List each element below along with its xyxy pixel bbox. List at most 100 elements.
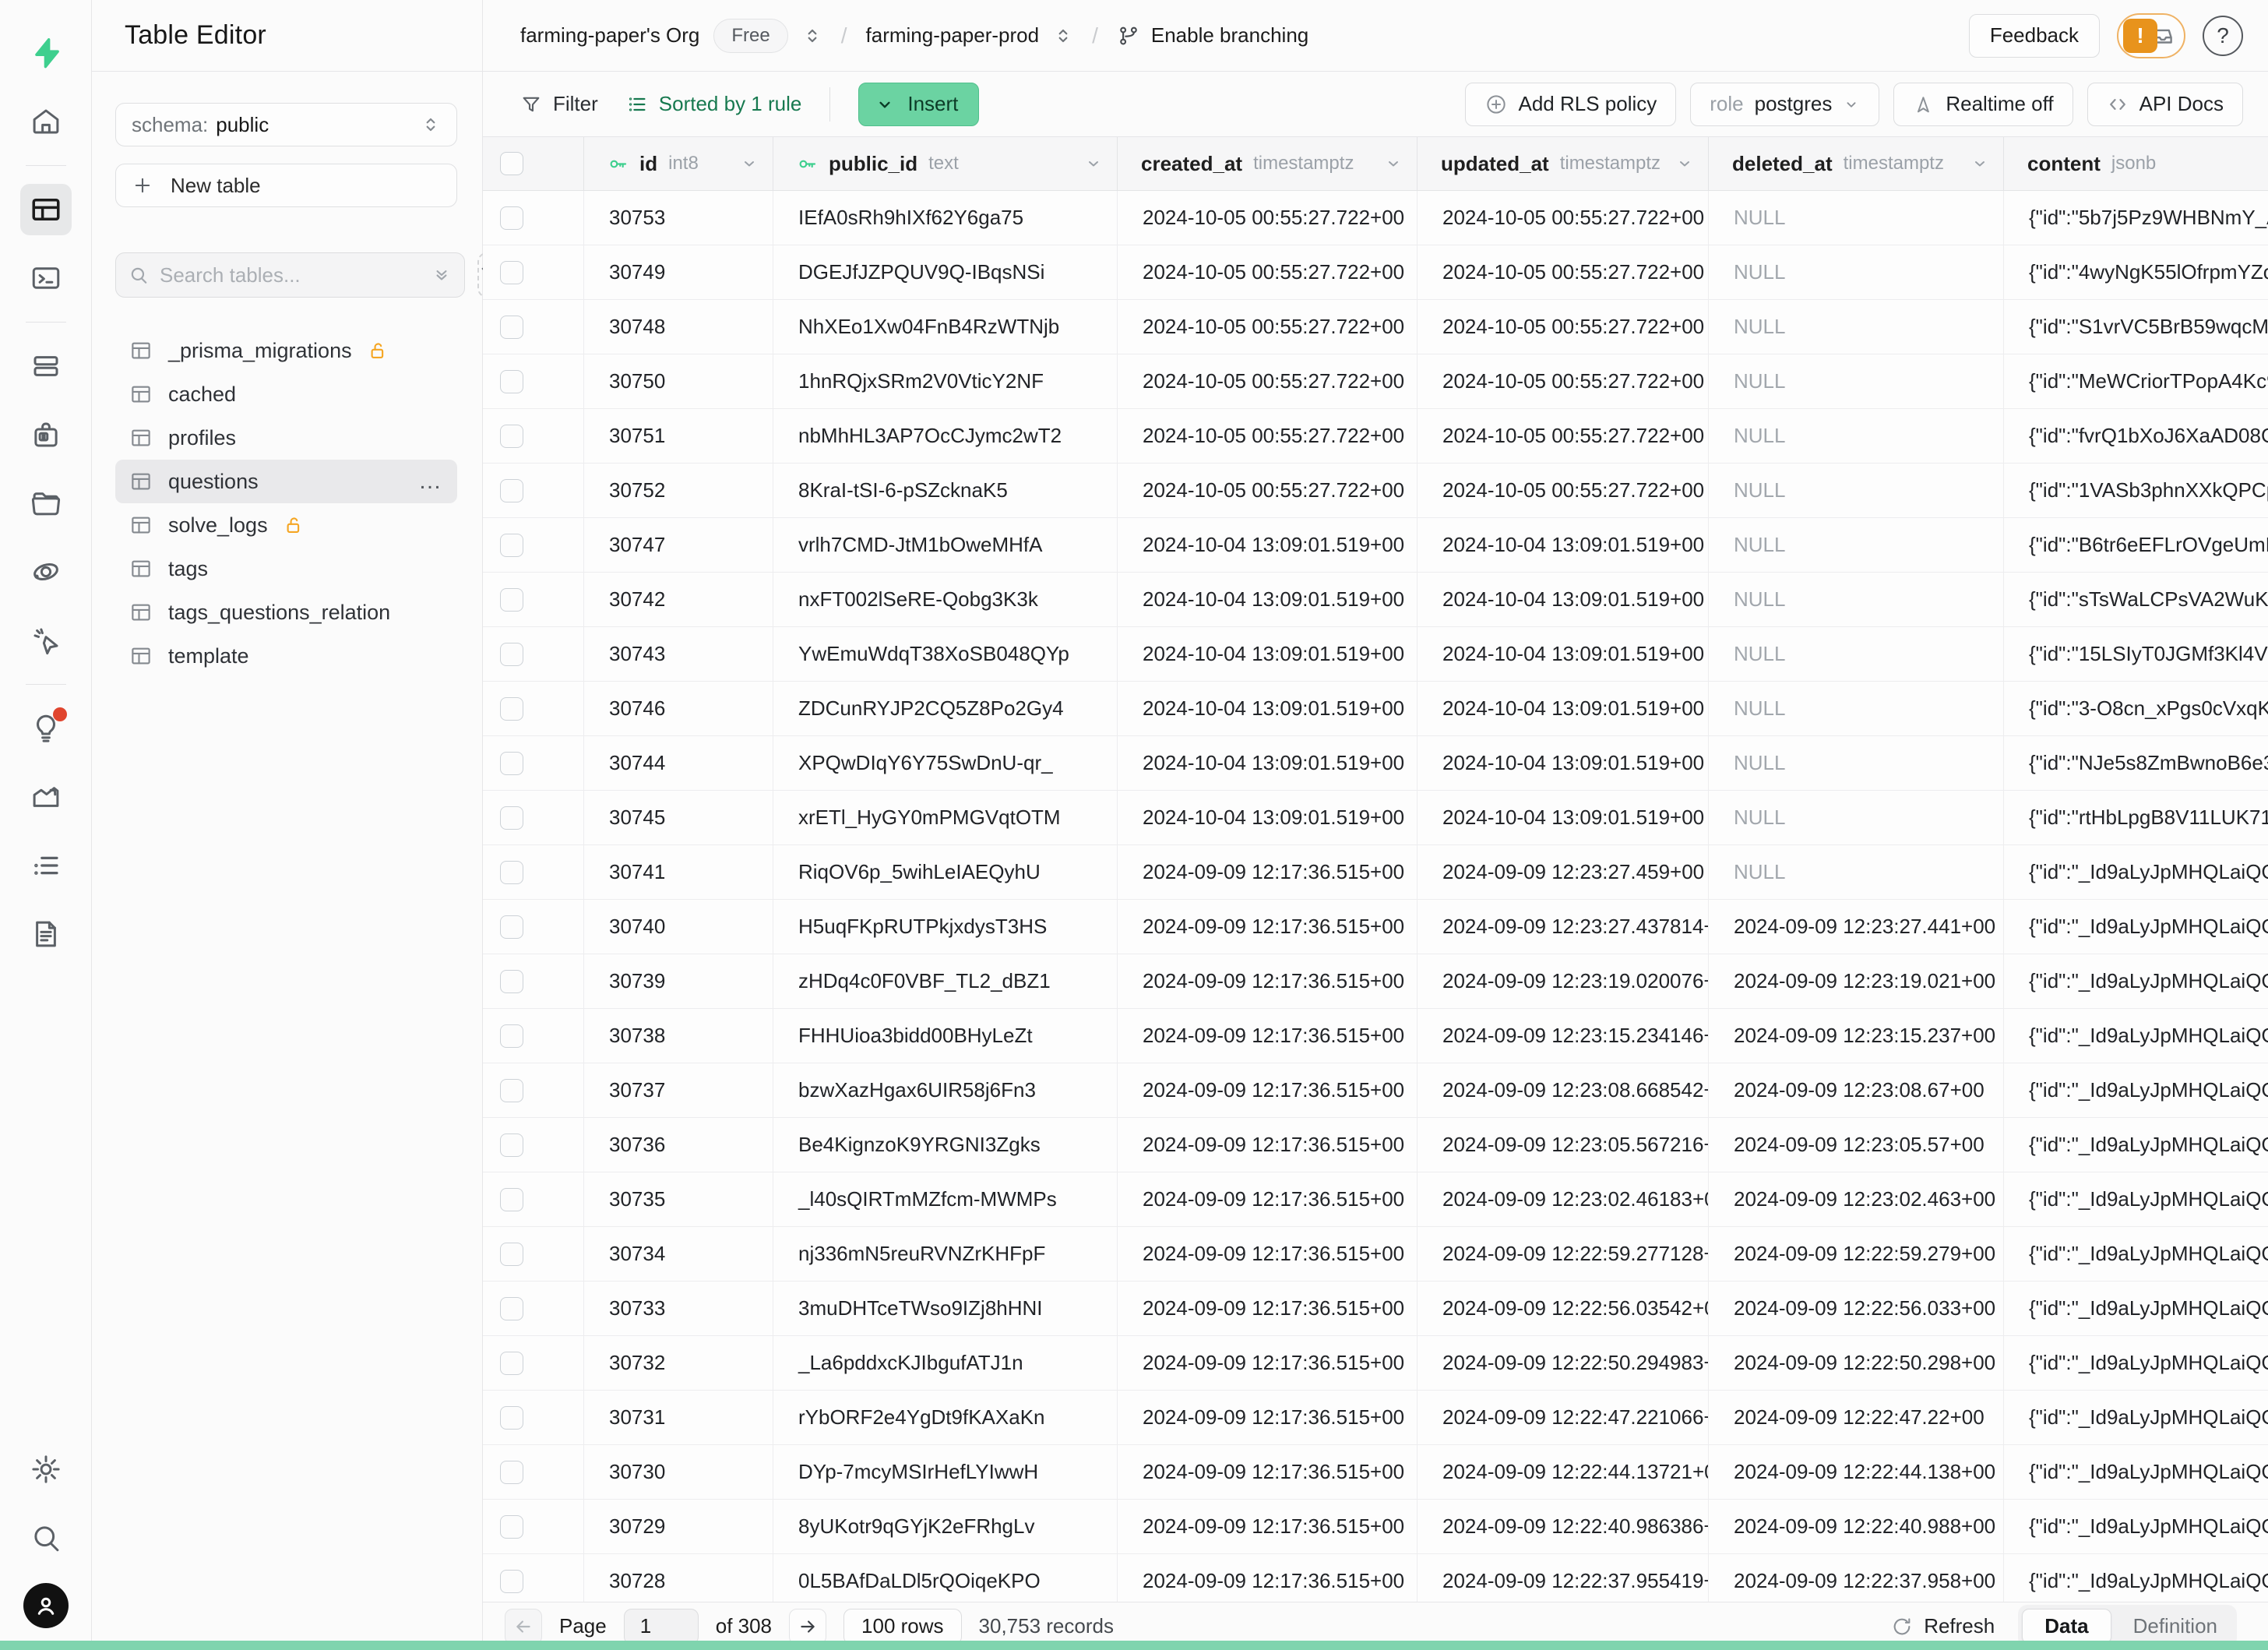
cell-updated_at[interactable]: 2024-09-09 12:23:02.46183+00 xyxy=(1418,1172,1709,1226)
cell-created_at[interactable]: 2024-09-09 12:17:36.515+00 xyxy=(1118,1282,1418,1335)
table-row[interactable]: 30745xrETl_HyGY0mPMGVqtOTM2024-10-04 13:… xyxy=(483,791,2268,845)
cell-public_id[interactable]: nj336mN5reuRVNZrKHFpF xyxy=(773,1227,1118,1281)
table-row[interactable]: 307298yUKotr9qGYjK2eFRhgLv2024-09-09 12:… xyxy=(483,1500,2268,1554)
cell-updated_at[interactable]: 2024-10-05 00:55:27.722+00 xyxy=(1418,245,1709,299)
cell-id[interactable]: 30748 xyxy=(584,300,773,354)
table-row[interactable]: 30734nj336mN5reuRVNZrKHFpF2024-09-09 12:… xyxy=(483,1227,2268,1282)
cell-public_id[interactable]: 1hnRQjxSRm2V0VticY2NF xyxy=(773,354,1118,408)
cell-id[interactable]: 30729 xyxy=(584,1500,773,1553)
row-checkbox[interactable] xyxy=(500,370,523,393)
cell-content[interactable]: {"id":"4wyNgK55lOfrpmYZo xyxy=(2004,245,2268,299)
cell-updated_at[interactable]: 2024-10-04 13:09:01.519+00 xyxy=(1418,791,1709,844)
cell-content[interactable]: {"id":"B6tr6eEFLrOVgeUmH xyxy=(2004,518,2268,572)
cell-updated_at[interactable]: 2024-10-05 00:55:27.722+00 xyxy=(1418,409,1709,463)
cell-public_id[interactable]: 0L5BAfDaLDl5rQOiqeKPO xyxy=(773,1554,1118,1602)
cell-public_id[interactable]: rYbORF2e4YgDt9fKAXaKn xyxy=(773,1391,1118,1444)
sidebar-item-tags_questions_relation[interactable]: tags_questions_relation xyxy=(115,591,457,634)
select-all-checkbox[interactable] xyxy=(500,152,523,175)
column-header-id[interactable]: idint8 xyxy=(584,137,773,190)
cell-public_id[interactable]: vrlh7CMD-JtM1bOweMHfA xyxy=(773,518,1118,572)
cell-updated_at[interactable]: 2024-09-09 12:23:08.668542+00 xyxy=(1418,1063,1709,1117)
cell-created_at[interactable]: 2024-10-04 13:09:01.519+00 xyxy=(1118,736,1418,790)
cell-public_id[interactable]: _La6pddxcKJIbgufATJ1n xyxy=(773,1336,1118,1390)
column-menu-icon[interactable] xyxy=(1970,154,1989,173)
cell-updated_at[interactable]: 2024-09-09 12:22:50.294983+00 xyxy=(1418,1336,1709,1390)
cell-deleted_at[interactable]: 2024-09-09 12:22:50.298+00 xyxy=(1709,1336,2004,1390)
cell-updated_at[interactable]: 2024-09-09 12:22:37.955419+00 xyxy=(1418,1554,1709,1602)
row-checkbox[interactable] xyxy=(500,1079,523,1102)
user-avatar[interactable] xyxy=(23,1583,69,1628)
sidebar-item-tags[interactable]: tags xyxy=(115,547,457,591)
column-menu-icon[interactable] xyxy=(740,154,759,173)
cell-deleted_at[interactable]: NULL xyxy=(1709,573,2004,626)
table-row[interactable]: 30748NhXEo1Xw04FnB4RzWTNjb2024-10-05 00:… xyxy=(483,300,2268,354)
schema-select[interactable]: schema:public xyxy=(115,103,457,146)
database-icon[interactable] xyxy=(20,340,72,392)
table-row[interactable]: 307501hnRQjxSRm2V0VticY2NF2024-10-05 00:… xyxy=(483,354,2268,409)
cell-content[interactable]: {"id":"15LSIyT0JGMf3Kl4Vn xyxy=(2004,627,2268,681)
column-header-public_id[interactable]: public_idtext xyxy=(773,137,1118,190)
cell-content[interactable]: {"id":"_Id9aLyJpMHQLaiQG xyxy=(2004,1172,2268,1226)
row-checkbox[interactable] xyxy=(500,861,523,884)
cell-created_at[interactable]: 2024-09-09 12:17:36.515+00 xyxy=(1118,1009,1418,1063)
cell-id[interactable]: 30732 xyxy=(584,1336,773,1390)
row-checkbox[interactable] xyxy=(500,915,523,939)
cell-updated_at[interactable]: 2024-10-04 13:09:01.519+00 xyxy=(1418,518,1709,572)
cell-deleted_at[interactable]: NULL xyxy=(1709,736,2004,790)
table-row[interactable]: 30741RiqOV6p_5wihLeIAEQyhU2024-09-09 12:… xyxy=(483,845,2268,900)
table-row[interactable]: 30735_l40sQIRTmMZfcm-MWMPs2024-09-09 12:… xyxy=(483,1172,2268,1227)
cell-content[interactable]: {"id":"sTsWaLCPsVA2WuK2 xyxy=(2004,573,2268,626)
cell-public_id[interactable]: 8KraI-tSI-6-pSZcknaK5 xyxy=(773,464,1118,517)
cell-created_at[interactable]: 2024-09-09 12:17:36.515+00 xyxy=(1118,954,1418,1008)
cell-id[interactable]: 30749 xyxy=(584,245,773,299)
cell-created_at[interactable]: 2024-09-09 12:17:36.515+00 xyxy=(1118,1063,1418,1117)
rows-per-page-button[interactable]: 100 rows xyxy=(843,1609,962,1645)
tab-definition[interactable]: Definition xyxy=(2118,1609,2233,1643)
cell-created_at[interactable]: 2024-10-05 00:55:27.722+00 xyxy=(1118,300,1418,354)
table-editor-icon[interactable] xyxy=(20,184,72,235)
cell-content[interactable]: {"id":"_Id9aLyJpMHQLaiQG xyxy=(2004,1391,2268,1444)
realtime-icon[interactable] xyxy=(20,615,72,666)
cell-created_at[interactable]: 2024-09-09 12:17:36.515+00 xyxy=(1118,1391,1418,1444)
sidebar-item-profiles[interactable]: profiles xyxy=(115,416,457,460)
help-button[interactable]: ? xyxy=(2203,16,2243,56)
table-row[interactable]: 30744XPQwDIqY6Y75SwDnU-qr_2024-10-04 13:… xyxy=(483,736,2268,791)
cell-updated_at[interactable]: 2024-10-05 00:55:27.722+00 xyxy=(1418,464,1709,517)
cell-id[interactable]: 30747 xyxy=(584,518,773,572)
row-checkbox[interactable] xyxy=(500,316,523,339)
cell-updated_at[interactable]: 2024-09-09 12:23:27.437814+00 xyxy=(1418,900,1709,954)
cell-id[interactable]: 30742 xyxy=(584,573,773,626)
cell-public_id[interactable]: RiqOV6p_5wihLeIAEQyhU xyxy=(773,845,1118,899)
row-checkbox[interactable] xyxy=(500,1133,523,1157)
cell-updated_at[interactable]: 2024-10-04 13:09:01.519+00 xyxy=(1418,682,1709,735)
cell-id[interactable]: 30734 xyxy=(584,1227,773,1281)
filter-button[interactable]: Filter xyxy=(520,92,598,116)
cell-updated_at[interactable]: 2024-10-04 13:09:01.519+00 xyxy=(1418,573,1709,626)
cell-created_at[interactable]: 2024-09-09 12:17:36.515+00 xyxy=(1118,1227,1418,1281)
cell-created_at[interactable]: 2024-10-04 13:09:01.519+00 xyxy=(1118,627,1418,681)
cell-deleted_at[interactable]: NULL xyxy=(1709,791,2004,844)
cell-deleted_at[interactable]: 2024-09-09 12:22:56.033+00 xyxy=(1709,1282,2004,1335)
table-row[interactable]: 30742nxFT002lSeRE-Qobg3K3k2024-10-04 13:… xyxy=(483,573,2268,627)
cell-updated_at[interactable]: 2024-09-09 12:22:44.13721+00 xyxy=(1418,1445,1709,1499)
table-row[interactable]: 30747vrlh7CMD-JtM1bOweMHfA 2024-10-04 13:… xyxy=(483,518,2268,573)
cell-content[interactable]: {"id":"rtHbLpgB8V11LUK7152 xyxy=(2004,791,2268,844)
table-row[interactable]: 30746ZDCunRYJP2CQ5Z8Po2Gy42024-10-04 13:… xyxy=(483,682,2268,736)
cell-deleted_at[interactable]: 2024-09-09 12:23:27.441+00 xyxy=(1709,900,2004,954)
cell-public_id[interactable]: zHDq4c0F0VBF_TL2_dBZ1 xyxy=(773,954,1118,1008)
cell-id[interactable]: 30753 xyxy=(584,191,773,245)
cell-content[interactable]: {"id":"_Id9aLyJpMHQLaiQG xyxy=(2004,1063,2268,1117)
row-checkbox[interactable] xyxy=(500,697,523,721)
reports-icon[interactable] xyxy=(20,771,72,823)
cell-created_at[interactable]: 2024-10-05 00:55:27.722+00 xyxy=(1118,191,1418,245)
search-tables-input[interactable] xyxy=(160,263,421,287)
cell-public_id[interactable]: NhXEo1Xw04FnB4RzWTNjb xyxy=(773,300,1118,354)
cell-created_at[interactable]: 2024-09-09 12:17:36.515+00 xyxy=(1118,900,1418,954)
table-row[interactable]: 307528KraI-tSI-6-pSZcknaK52024-10-05 00:… xyxy=(483,464,2268,518)
cell-content[interactable]: {"id":"fvrQ1bXoJ6XaAD08G xyxy=(2004,409,2268,463)
cell-updated_at[interactable]: 2024-09-09 12:22:47.221066+00 xyxy=(1418,1391,1709,1444)
cell-id[interactable]: 30745 xyxy=(584,791,773,844)
edge-functions-icon[interactable] xyxy=(20,546,72,598)
cell-content[interactable]: {"id":"_Id9aLyJpMHQLaiQG xyxy=(2004,1118,2268,1172)
home-icon[interactable] xyxy=(20,96,72,147)
